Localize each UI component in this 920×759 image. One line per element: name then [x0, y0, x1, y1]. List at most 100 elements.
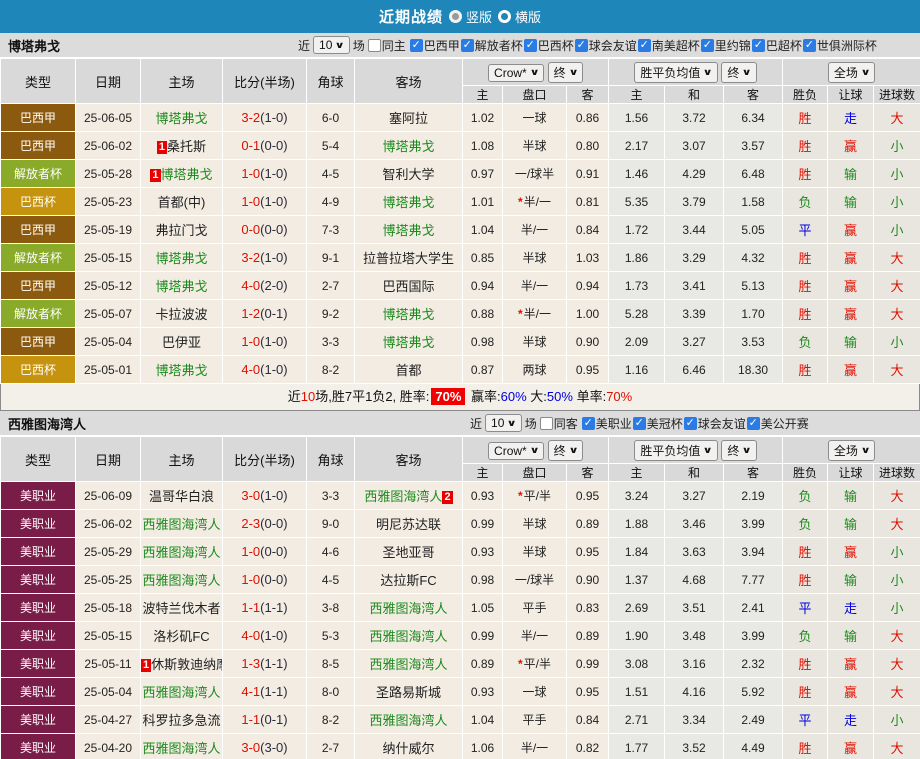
scope-select[interactable]: 全场 ∨ [827, 439, 876, 461]
league-badge: 巴西甲 [0, 271, 76, 300]
star-marker: * [517, 307, 523, 321]
score: 4-1(1-1) [222, 677, 307, 706]
result-mark: 赢 [827, 677, 875, 706]
checkbox-checked-icon: ✓ [751, 38, 765, 52]
euro-odds: 4.16 [664, 677, 725, 706]
score: 1-2(0-1) [222, 299, 307, 328]
league-filter[interactable]: ✓ 南美超杯 [637, 37, 700, 54]
euro-odds: 3.51 [664, 593, 725, 622]
euro-odds: 1.51 [608, 677, 666, 706]
match-row: 巴西甲 25-06-02 1 桑托斯 0-1(0-0) 5-4 博塔弗戈 1.08 半球 0.80… [0, 131, 920, 160]
home-team: 弗拉门戈 [140, 215, 223, 244]
odds-company-select[interactable]: Crow* ∨ [488, 63, 545, 82]
same-away-filter[interactable]: 同客 [539, 415, 578, 432]
chevron-down-icon: ∨ [506, 417, 518, 428]
handicap-line: *平/半 [502, 481, 567, 510]
asian-odds: 0.83 [565, 593, 610, 622]
league-badge: 美职业 [0, 565, 76, 594]
asian-odds: 1.04 [462, 215, 503, 244]
result-mark: 胜 [782, 131, 829, 160]
corner-count: 3-3 [306, 481, 355, 510]
away-team: 纳什威尔 [354, 733, 463, 759]
asian-odds: 0.99 [462, 509, 503, 538]
rank-badge: 1 [156, 141, 168, 154]
result-mark: 赢 [827, 355, 875, 384]
handicap-line: 半球 [502, 131, 567, 160]
asian-odds: 1.01 [462, 187, 503, 216]
league-filter[interactable]: ✓ 里约锦 [700, 37, 751, 54]
euro-odds: 2.71 [608, 705, 666, 734]
league-badge: 巴西甲 [0, 103, 76, 132]
league-filter[interactable]: ✓ 巴超杯 [751, 37, 802, 54]
league-filter[interactable]: ✓ 世俱洲际杯 [802, 37, 877, 54]
euro-odds: 1.84 [608, 537, 666, 566]
score: 1-0(1-0) [222, 327, 307, 356]
euro-odds: 5.92 [723, 677, 784, 706]
layout-horizontal-option[interactable]: 横版 [498, 7, 541, 26]
euro-odds: 3.16 [664, 649, 725, 678]
avg-odds-select[interactable]: 胜平负均值 ∨ [634, 61, 718, 83]
result-mark: 大 [873, 733, 920, 759]
league-filter[interactable]: ✓ 解放者杯 [460, 37, 523, 54]
score: 1-3(1-1) [222, 649, 307, 678]
home-team: 博塔弗戈 [140, 271, 223, 300]
league-filter[interactable]: ✓ 美职业 [581, 415, 632, 432]
checkbox-checked-icon: ✓ [523, 38, 537, 52]
match-date: 25-05-25 [75, 565, 141, 594]
euro-odds: 1.37 [608, 565, 666, 594]
final-odds-select[interactable]: 终 ∨ [547, 61, 583, 83]
league-filter[interactable]: ✓ 美公开赛 [746, 415, 809, 432]
checkbox-checked-icon: ✓ [700, 38, 714, 52]
rank-badge: 1 [141, 659, 152, 672]
chevron-down-icon: ∨ [529, 67, 540, 77]
league-badge: 巴西杯 [0, 187, 76, 216]
result-mark: 负 [782, 327, 829, 356]
col-goals: 进球数 [873, 463, 920, 482]
league-filter[interactable]: ✓ 球会友谊 [683, 415, 746, 432]
league-filter[interactable]: ✓ 巴西甲 [409, 37, 460, 54]
corner-count: 8-2 [306, 355, 355, 384]
result-mark: 走 [827, 593, 875, 622]
home-team: 西雅图海湾人 [140, 509, 223, 538]
asian-odds: 0.81 [565, 187, 610, 216]
layout-vertical-option[interactable]: 竖版 [448, 7, 492, 26]
home-team: 1 博塔弗戈 [140, 159, 223, 188]
score: 1-0(0-0) [222, 565, 307, 594]
scope-select[interactable]: 全场 ∨ [827, 61, 876, 83]
score: 1-1(1-1) [222, 593, 307, 622]
same-home-filter[interactable]: 同主 [367, 37, 406, 54]
euro-odds: 3.99 [723, 621, 784, 650]
match-count-select[interactable]: 10 ∨ [313, 36, 350, 54]
result-mark: 胜 [782, 103, 829, 132]
euro-odds: 1.73 [608, 271, 666, 300]
score: 1-0(1-0) [222, 159, 307, 188]
odds-company-select[interactable]: Crow* ∨ [488, 441, 545, 460]
home-team: 西雅图海湾人 [140, 537, 223, 566]
match-date: 25-05-12 [75, 271, 141, 300]
checkbox-checked-icon: ✓ [802, 38, 816, 52]
handicap-line: 半/一 [502, 733, 567, 759]
section-bar: 西雅图海湾人 近 10 ∨ 场 同客 ✓ 美职业 ✓ 美冠杯 ✓ 球会友谊 ✓ 美公开赛 [0, 411, 920, 436]
col-asian-home: 主 [462, 85, 503, 104]
away-team: 拉普拉塔大学生 [354, 243, 463, 272]
col-date: 日期 [75, 58, 141, 104]
avg-odds-select[interactable]: 胜平负均值 ∨ [634, 439, 718, 461]
league-filter[interactable]: ✓ 巴西杯 [523, 37, 574, 54]
layout-vertical-label: 竖版 [465, 10, 492, 25]
match-count-select[interactable]: 10 ∨ [485, 414, 522, 432]
team-section-seattle: 西雅图海湾人 近 10 ∨ 场 同客 ✓ 美职业 ✓ 美冠杯 ✓ 球会友谊 ✓ 美公开赛 类型 … [0, 411, 920, 759]
final-odds-select[interactable]: 终 ∨ [721, 439, 757, 461]
checkbox-checked-icon: ✓ [683, 416, 697, 430]
radio-selected-icon [448, 10, 462, 23]
home-team: 博塔弗戈 [140, 103, 223, 132]
final-odds-select[interactable]: 终 ∨ [547, 439, 583, 461]
euro-odds: 4.49 [723, 733, 784, 759]
league-filter[interactable]: ✓ 美冠杯 [632, 415, 683, 432]
match-date: 25-05-11 [75, 649, 141, 678]
result-mark: 负 [782, 187, 829, 216]
away-team: 西雅图海湾人 [354, 649, 463, 678]
handicap-line: *半/一 [502, 299, 567, 328]
match-date: 25-05-15 [75, 621, 141, 650]
league-filter[interactable]: ✓ 球会友谊 [574, 37, 637, 54]
final-odds-select[interactable]: 终 ∨ [721, 61, 757, 83]
